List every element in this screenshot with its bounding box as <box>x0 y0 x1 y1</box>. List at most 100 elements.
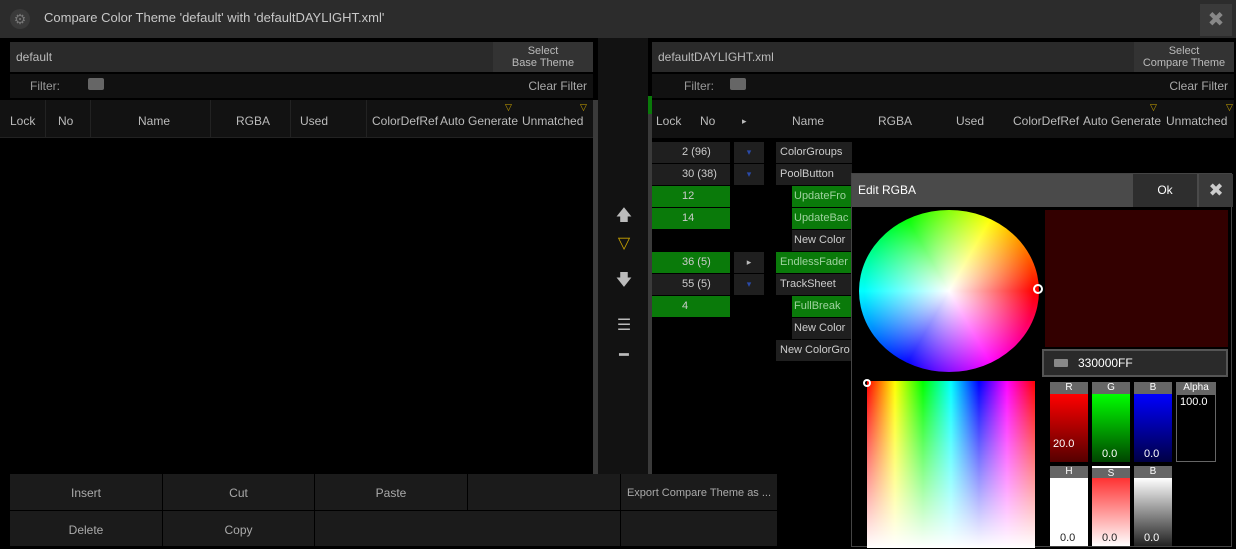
filter-marker-icon: ▽ <box>1226 102 1233 112</box>
row-name: PoolButton <box>776 164 852 185</box>
row-name: UpdateFro <box>792 186 852 207</box>
row-no: 55 (5) <box>652 274 730 295</box>
table-row[interactable]: 2 (96) ▾ ColorGroups <box>652 142 852 163</box>
empty-button[interactable] <box>315 511 621 547</box>
tree-expander-icon[interactable]: ▸ <box>734 252 764 273</box>
close-icon[interactable]: ✖ <box>1199 174 1233 207</box>
title-bar: ⚙ Compare Color Theme 'default' with 'de… <box>0 0 1236 38</box>
color-wheel[interactable] <box>859 210 1043 372</box>
right-filter-label: Filter: <box>684 79 714 93</box>
h-label: H <box>1050 466 1088 478</box>
h-slider[interactable]: 0.0 <box>1050 478 1088 546</box>
col-rgba[interactable]: RGBA <box>236 114 270 128</box>
filter-icon[interactable]: ▽ <box>608 228 640 260</box>
table-row[interactable]: 30 (38) ▾ PoolButton <box>652 164 852 185</box>
col-used[interactable]: Used <box>300 114 328 128</box>
row-no <box>652 230 730 251</box>
table-row[interactable]: 36 (5) ▸ EndlessFader <box>652 252 852 273</box>
close-icon[interactable]: ✖ <box>1200 4 1232 36</box>
base-theme-name: default <box>10 42 493 72</box>
keyboard-icon[interactable] <box>730 78 746 90</box>
color-spectrum[interactable] <box>863 379 1035 548</box>
empty-button[interactable] <box>621 511 778 547</box>
right-table-header: Lock No ▸ Name RGBA Used ColorDefRef Aut… <box>652 100 1234 138</box>
r-slider[interactable]: 20.0 <box>1050 394 1088 462</box>
table-row[interactable]: New ColorGro <box>652 340 852 361</box>
tree-expander-icon[interactable]: ▾ <box>734 164 764 185</box>
col-used[interactable]: Used <box>956 114 984 128</box>
col-name[interactable]: Name <box>138 114 170 128</box>
col-rgba[interactable]: RGBA <box>878 114 912 128</box>
s-value: 0.0 <box>1102 532 1118 544</box>
export-compare-theme-button[interactable]: Export Compare Theme as ... <box>621 474 778 511</box>
table-row[interactable]: 4 FullBreak <box>652 296 852 317</box>
col-colordefref[interactable]: ColorDefRef <box>372 114 438 128</box>
delete-button[interactable]: Delete <box>10 511 163 547</box>
row-no: 12 <box>652 186 730 207</box>
row-no: 30 (38) <box>652 164 730 185</box>
ok-button[interactable]: Ok <box>1133 174 1197 207</box>
table-row[interactable]: 14 UpdateBac <box>652 208 852 229</box>
s-slider[interactable]: 0.0 <box>1092 478 1130 546</box>
col-name[interactable]: Name <box>792 114 824 128</box>
table-row[interactable]: New Color <box>652 230 852 251</box>
tree-expander-icon[interactable]: ▾ <box>734 142 764 163</box>
window-title: Compare Color Theme 'default' with 'defa… <box>44 10 385 25</box>
tree-expander-icon[interactable]: ▾ <box>734 274 764 295</box>
keyboard-icon[interactable] <box>1054 359 1068 367</box>
expand-all-icon[interactable]: ▸ <box>742 116 747 127</box>
row-no: 36 (5) <box>652 252 730 273</box>
col-colordefref[interactable]: ColorDefRef <box>1013 114 1079 128</box>
alpha-value: 100.0 <box>1180 396 1208 408</box>
g-label: G <box>1092 382 1130 394</box>
table-row[interactable]: New Color <box>652 318 852 339</box>
gear-icon[interactable]: ⚙ <box>10 9 30 29</box>
hex-input[interactable]: 330000FF <box>1042 349 1228 377</box>
col-no[interactable]: No <box>58 114 73 128</box>
col-auto-generate[interactable]: Auto Generate <box>1083 114 1161 128</box>
left-clear-filter-button[interactable]: Clear Filter <box>528 79 587 93</box>
hex-value: 330000FF <box>1078 356 1133 370</box>
minus-icon[interactable]: ━ <box>608 340 640 372</box>
filter-marker-icon: ▽ <box>1150 102 1157 112</box>
col-auto-generate[interactable]: Auto Generate <box>440 114 518 128</box>
table-row[interactable]: 12 UpdateFro <box>652 186 852 207</box>
left-table-header: Lock No Name RGBA Used ColorDefRef Auto … <box>0 100 593 138</box>
row-name: UpdateBac <box>792 208 852 229</box>
cut-button[interactable]: Cut <box>163 474 315 511</box>
col-no[interactable]: No <box>700 114 715 128</box>
right-clear-filter-button[interactable]: Clear Filter <box>1169 79 1228 93</box>
col-lock[interactable]: Lock <box>656 114 681 128</box>
col-unmatched[interactable]: Unmatched <box>522 114 583 128</box>
keyboard-icon[interactable] <box>88 78 104 90</box>
copy-button[interactable]: Copy <box>163 511 315 547</box>
select-base-theme-button[interactable]: Select Base Theme <box>493 42 593 72</box>
list-icon[interactable]: ☰ <box>608 310 640 342</box>
g-slider[interactable]: 0.0 <box>1092 394 1130 462</box>
r-label: R <box>1050 382 1088 394</box>
paste-button[interactable]: Paste <box>315 474 468 511</box>
wheel-handle[interactable] <box>1033 284 1043 294</box>
row-name: ColorGroups <box>776 142 852 163</box>
dialog-title: Edit RGBA <box>858 183 917 197</box>
b2-value: 0.0 <box>1144 532 1160 544</box>
col-lock[interactable]: Lock <box>10 114 35 128</box>
arrow-down-icon[interactable]: 🡇 <box>608 265 640 297</box>
b2-slider[interactable]: 0.0 <box>1134 478 1172 546</box>
select-compare-theme-button[interactable]: Select Compare Theme <box>1134 42 1234 72</box>
row-name: New Color <box>792 318 852 339</box>
divider <box>290 100 291 138</box>
g-value: 0.0 <box>1102 448 1118 460</box>
table-row[interactable]: 55 (5) ▾ TrackSheet <box>652 274 852 295</box>
row-no <box>652 340 730 361</box>
left-filter-label: Filter: <box>30 79 60 93</box>
edit-rgba-dialog: Edit RGBA Ok ✖ 330000FF R G B Alpha 20.0… <box>851 173 1233 548</box>
insert-button[interactable]: Insert <box>10 474 163 511</box>
alpha-slider[interactable]: 100.0 <box>1176 394 1216 462</box>
filter-marker-icon: ▽ <box>580 102 587 112</box>
b-label: B <box>1134 382 1172 394</box>
b-slider[interactable]: 0.0 <box>1134 394 1172 462</box>
row-name: EndlessFader <box>776 252 852 273</box>
col-unmatched[interactable]: Unmatched <box>1166 114 1227 128</box>
empty-button[interactable] <box>468 474 621 511</box>
